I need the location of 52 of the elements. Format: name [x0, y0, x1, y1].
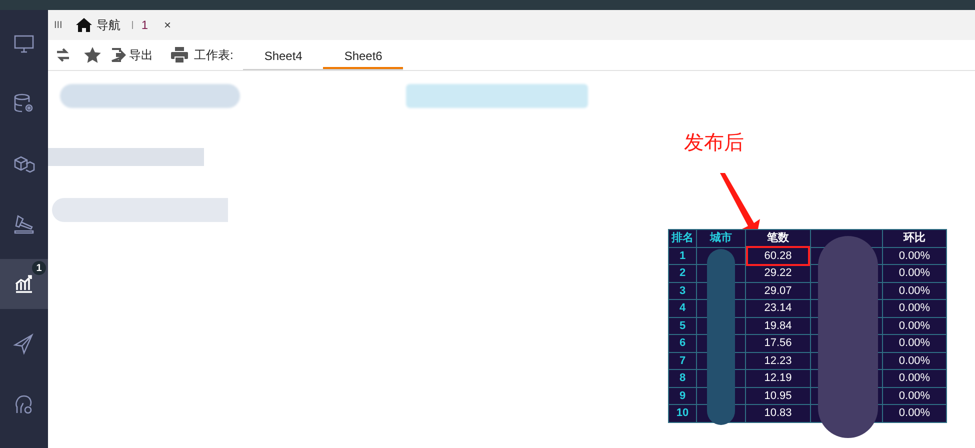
notification-badge: 1	[32, 261, 46, 275]
column-header: 环比	[904, 232, 926, 244]
star-icon[interactable]	[84, 47, 101, 63]
table-cell: 0.00%	[898, 390, 930, 402]
sheet-tab[interactable]: Sheet4	[243, 46, 324, 69]
table-cell: 0.00%	[898, 302, 930, 314]
table-cell-text: 29.22	[763, 266, 793, 281]
export-button[interactable]: 导出	[111, 46, 153, 64]
hammer-icon	[12, 212, 36, 236]
sheet-label: 工作表:	[194, 47, 234, 64]
table-cell: 0.00%	[898, 337, 930, 349]
printer-icon[interactable]	[171, 47, 188, 63]
export-icon	[111, 48, 126, 62]
table-cell: 60.28	[748, 248, 808, 264]
table-cell: 0.00%	[898, 354, 930, 366]
column-header: 排名	[672, 232, 694, 244]
sidebar-item[interactable]: 1	[0, 259, 48, 309]
table-cell-text: 17.56	[763, 336, 793, 351]
table-cell: 9	[679, 390, 686, 402]
drag-handle[interactable]: III	[54, 18, 62, 32]
table-cell: 0.00%	[898, 267, 930, 279]
close-icon[interactable]: ×	[164, 16, 172, 34]
table-cell-text: 12.23	[763, 354, 793, 368]
sheet-tab[interactable]: Sheet6	[323, 46, 404, 69]
table-cell: 10	[676, 407, 689, 419]
table-cell: 2	[679, 267, 686, 279]
tab-label[interactable]: 导航	[96, 16, 120, 34]
annotation-text: 发布后	[684, 131, 744, 156]
table-cell: 0.00%	[898, 372, 930, 384]
table-cell: 0.00%	[898, 250, 930, 262]
tab-label[interactable]: 1	[141, 16, 148, 34]
table-cell: 1	[679, 250, 686, 262]
table-cell: 8	[679, 372, 686, 384]
refresh-icon[interactable]	[56, 48, 70, 62]
home-icon	[76, 18, 92, 32]
table-cell: 7	[679, 354, 686, 366]
table-cell-text: 29.07	[763, 284, 793, 298]
column-header: 笔数	[767, 232, 789, 244]
plane-icon	[12, 332, 36, 356]
table-cell-text: 23.14	[763, 301, 793, 316]
table-cell-text: 10.83	[763, 406, 793, 421]
table-cell-text: 10.95	[763, 388, 793, 404]
table-cell: 0.00%	[898, 284, 930, 296]
table-cell-text: 19.84	[763, 318, 793, 334]
column-header: 城市	[710, 232, 732, 244]
table-cell: 4	[679, 302, 686, 314]
table-cell: 6	[679, 337, 686, 349]
table-cell: 0.00%	[898, 407, 930, 419]
table-cell: 3	[679, 284, 686, 296]
table-cell: 0.00%	[898, 320, 930, 332]
table-cell: 5	[679, 320, 686, 332]
table-cell-text: 12.19	[763, 371, 793, 386]
